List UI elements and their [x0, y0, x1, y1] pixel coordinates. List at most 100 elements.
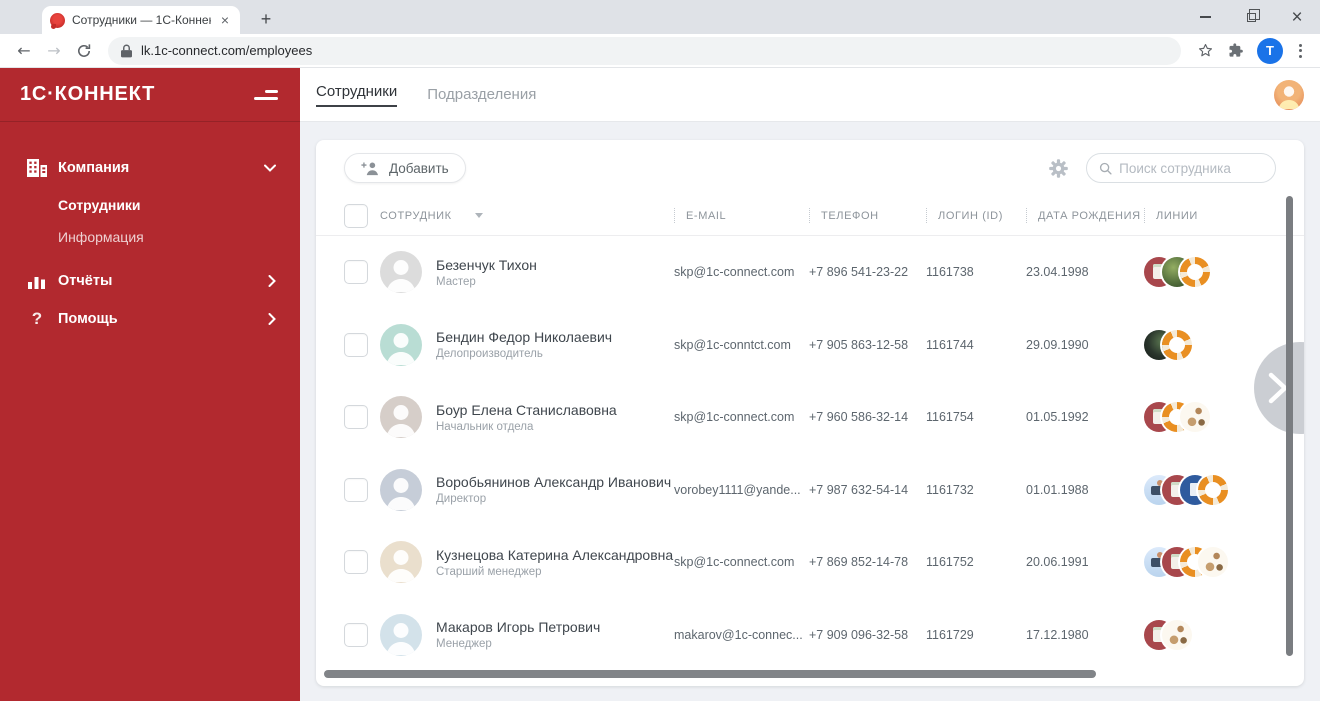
content-area: Добавить СОТРУДНИК [300, 122, 1320, 701]
bar-chart-icon [26, 273, 48, 289]
sidebar-item-employees[interactable]: Сотрудники [58, 189, 300, 221]
row-checkbox[interactable] [344, 550, 368, 575]
forward-icon[interactable]: → [40, 37, 68, 65]
employee-avatar [380, 323, 422, 366]
sidebar-item-reports[interactable]: Отчёты [0, 263, 300, 299]
search-input[interactable] [1119, 160, 1263, 176]
sidebar-item-label: Отчёты [58, 273, 113, 289]
site-favicon [50, 12, 65, 29]
employee-info: Макаров Игорь Петрович Менеджер [436, 619, 600, 650]
table-body: Безенчук Тихон Мастер skp@1c-connect.com +7… [316, 236, 1304, 671]
table-row[interactable]: Кузнецова Катерина Александровна Старший … [316, 526, 1304, 599]
hamburger-menu-icon[interactable] [254, 89, 278, 100]
line-badge-orange[interactable] [1198, 474, 1228, 505]
employee-phone: +7 905 863-12-58 [809, 337, 909, 352]
person-add-icon [361, 162, 378, 175]
browser-profile-avatar[interactable]: T [1257, 37, 1283, 64]
address-bar[interactable]: lk.1c-connect.com/employees [108, 36, 1181, 65]
employee-login: 1161754 [926, 410, 974, 425]
horizontal-scrollbar-thumb[interactable] [324, 670, 1096, 678]
row-checkbox[interactable] [344, 405, 368, 430]
app-window: 1С·КОННЕКТ Компания Сотрудники Информаци… [0, 68, 1320, 701]
chevron-right-icon [268, 313, 276, 325]
column-header-birthdate[interactable]: ДАТА РОЖДЕНИЯ [1026, 208, 1144, 223]
table-row[interactable]: Боур Елена Станиславовна Начальник отдела… [316, 381, 1304, 454]
settings-gear-icon[interactable] [1049, 158, 1068, 178]
employee-position: Делопроизводитель [436, 348, 543, 361]
column-header-phone[interactable]: ТЕЛЕФОН [809, 208, 926, 223]
table-row[interactable]: Макаров Игорь Петрович Менеджер makarov@1c… [316, 599, 1304, 672]
employee-login: 1161744 [926, 337, 974, 352]
column-label: ЛОГИН (ID) [938, 209, 1003, 222]
employee-phone: +7 960 586-32-14 [809, 410, 909, 425]
browser-tab-title: Сотрудники — 1С-Коннект: Лич [72, 13, 211, 27]
employees-card: Добавить СОТРУДНИК [316, 140, 1304, 686]
column-header-login[interactable]: ЛОГИН (ID) [926, 208, 1026, 223]
vertical-scrollbar-thumb[interactable] [1286, 196, 1293, 656]
user-avatar[interactable] [1274, 79, 1304, 110]
sidebar-item-help[interactable]: ? Помощь [0, 299, 300, 339]
add-employee-button[interactable]: Добавить [344, 153, 466, 183]
column-header-lines[interactable]: ЛИНИИ [1144, 208, 1284, 223]
browser-menu-icon[interactable] [1291, 43, 1310, 58]
employee-email: skp@1c-connect.com [674, 265, 795, 280]
table-row[interactable]: Воробьянинов Александр Иванович Директор v… [316, 454, 1304, 527]
column-label: ЛИНИИ [1156, 209, 1198, 222]
line-badge-sketch[interactable] [1180, 402, 1210, 433]
employee-birthdate: 17.12.1980 [1026, 627, 1089, 642]
row-checkbox[interactable] [344, 332, 368, 357]
employee-avatar [380, 613, 422, 656]
column-header-employee[interactable]: СОТРУДНИК [380, 210, 674, 222]
bookmark-star-icon[interactable] [1191, 37, 1219, 65]
question-mark-icon: ? [31, 309, 43, 328]
employee-email: skp@1c-connect.com [674, 410, 795, 425]
employee-phone: +7 896 541-23-22 [809, 265, 909, 280]
reload-icon[interactable] [70, 37, 98, 65]
column-header-email[interactable]: E-MAIL [674, 208, 809, 223]
search-box [1086, 153, 1276, 183]
tab-close-icon[interactable]: × [218, 12, 232, 28]
employee-email: vorobey1111@yande... [674, 482, 801, 497]
employee-position: Директор [436, 493, 487, 506]
browser-tab[interactable]: Сотрудники — 1С-Коннект: Лич × [42, 6, 240, 34]
window-minimize-button[interactable] [1182, 0, 1228, 34]
company-submenu: Сотрудники Информация [0, 189, 300, 253]
employee-avatar [380, 396, 422, 439]
tab-employees[interactable]: Сотрудники [316, 83, 398, 107]
sidebar-menu: Компания Сотрудники Информация Отчёты ? [0, 148, 300, 339]
extensions-puzzle-icon[interactable] [1221, 37, 1249, 65]
line-badge-orange[interactable] [1162, 329, 1192, 360]
back-icon[interactable]: ← [10, 37, 38, 65]
employee-avatar [380, 468, 422, 511]
column-label: СОТРУДНИК [380, 209, 452, 222]
tab-departments[interactable]: Подразделения [427, 86, 536, 103]
window-restore-button[interactable] [1228, 0, 1274, 34]
employee-info: Воробьянинов Александр Иванович Директор [436, 474, 671, 505]
employee-name: Макаров Игорь Петрович [436, 619, 601, 636]
table-row[interactable]: Безенчук Тихон Мастер skp@1c-connect.com +7… [316, 236, 1304, 309]
employee-position: Старший менеджер [436, 565, 542, 578]
sidebar: 1С·КОННЕКТ Компания Сотрудники Информаци… [0, 68, 300, 701]
window-close-button[interactable]: × [1274, 0, 1320, 34]
sort-caret-icon[interactable] [474, 213, 483, 218]
column-label: ТЕЛЕФОН [821, 209, 879, 222]
employee-cell: Боур Елена Станиславовна Начальник отдела [380, 396, 674, 439]
employee-info: Безенчук Тихон Мастер [436, 257, 537, 288]
line-badges [1144, 257, 1284, 288]
new-tab-button[interactable]: + [254, 7, 278, 31]
search-icon [1099, 162, 1112, 175]
select-all-checkbox[interactable] [344, 203, 368, 228]
employee-position: Начальник отдела [436, 420, 534, 433]
sidebar-item-company[interactable]: Компания [0, 148, 300, 187]
employee-phone: +7 987 632-54-14 [809, 482, 909, 497]
line-badge-sketch[interactable] [1162, 619, 1192, 650]
row-checkbox[interactable] [344, 260, 368, 285]
employee-cell: Макаров Игорь Петрович Менеджер [380, 613, 674, 656]
line-badges [1144, 474, 1284, 505]
line-badge-orange[interactable] [1180, 257, 1210, 288]
row-checkbox[interactable] [344, 622, 368, 647]
sidebar-item-information[interactable]: Информация [58, 221, 300, 253]
table-row[interactable]: Бендин Федор Николаевич Делопроизводитель… [316, 309, 1304, 382]
line-badge-sketch[interactable] [1198, 547, 1228, 578]
row-checkbox[interactable] [344, 477, 368, 502]
